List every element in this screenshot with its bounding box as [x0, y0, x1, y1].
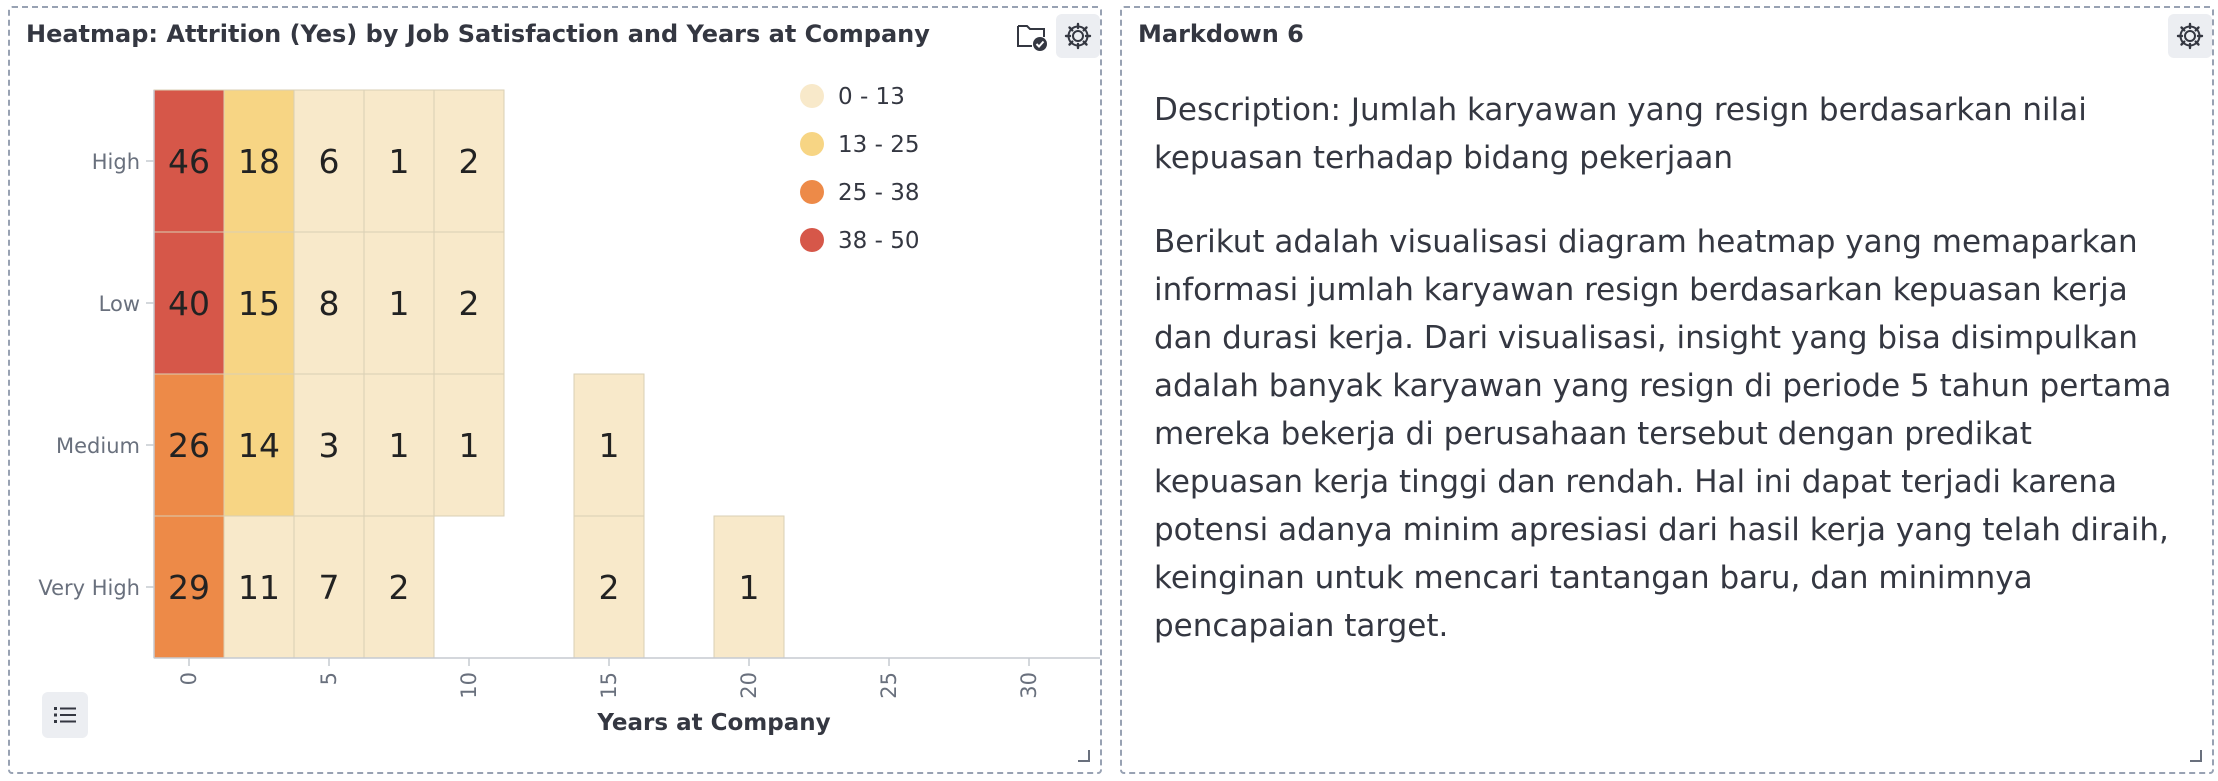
cell-value-label: 29 — [168, 568, 210, 607]
markdown-content: Description: Jumlah karyawan yang resign… — [1154, 86, 2184, 686]
cell-value-label: 26 — [168, 426, 210, 465]
x-tick-label: 15 — [597, 672, 621, 699]
cell-value-label: 15 — [238, 284, 280, 323]
legend-label: 0 - 13 — [838, 84, 905, 110]
legend-label: 25 - 38 — [838, 180, 919, 206]
cell-value-label: 1 — [739, 568, 760, 607]
list-icon[interactable] — [42, 692, 88, 738]
x-tick-label: 0 — [177, 672, 201, 685]
x-tick-label: 20 — [737, 672, 761, 699]
resize-handle[interactable] — [1078, 750, 1090, 762]
y-tick-label: Medium — [56, 434, 140, 458]
heatmap-chart: 46 18 6 1 240 15 8 1 226 14 3 1 1 129 11 7 2 2 1HighLowMed… — [38, 84, 1100, 736]
y-tick-label: Very High — [38, 576, 140, 600]
cell-value-label: 1 — [389, 284, 410, 323]
cell-value-label: 18 — [238, 142, 280, 181]
x-tick-label: 10 — [457, 672, 481, 699]
legend-label: 13 - 25 — [838, 132, 919, 158]
gear-icon[interactable] — [2168, 14, 2212, 58]
legend-label: 38 - 50 — [838, 228, 919, 254]
cell-value-label: 46 — [168, 142, 210, 181]
legend-swatch — [800, 132, 824, 156]
cell-value-label: 2 — [599, 568, 620, 607]
heatmap-panel: Heatmap: Attrition (Yes) by Job Satisfac… — [8, 6, 1102, 774]
panel-title: Markdown 6 — [1138, 20, 1304, 48]
x-tick-label: 30 — [1017, 672, 1041, 699]
legend-swatch — [800, 228, 824, 252]
cell-value-label: 2 — [459, 142, 480, 181]
cell-value-label: 1 — [459, 426, 480, 465]
cell-value-label: 6 — [319, 142, 340, 181]
x-tick-label: 25 — [877, 672, 901, 699]
resize-handle[interactable] — [2190, 750, 2202, 762]
cell-value-label: 2 — [459, 284, 480, 323]
legend-swatch — [800, 84, 824, 108]
cell-value-label: 40 — [168, 284, 210, 323]
cell-value-label: 11 — [238, 568, 280, 607]
cell-value-label: 1 — [599, 426, 620, 465]
cell-value-label: 1 — [389, 426, 410, 465]
cell-value-label: 2 — [389, 568, 410, 607]
cell-value-label: 1 — [389, 142, 410, 181]
cell-value-label: 3 — [319, 426, 340, 465]
x-tick-label: 5 — [317, 672, 341, 685]
markdown-description: Description: Jumlah karyawan yang resign… — [1154, 92, 2087, 176]
markdown-paragraph: Berikut adalah visualisasi diagram heatm… — [1154, 224, 2172, 644]
legend-swatch — [800, 180, 824, 204]
markdown-panel: Markdown 6 Description: Jumlah karyawan … — [1120, 6, 2214, 774]
y-tick-label: Low — [99, 292, 140, 316]
cell-value-label: 8 — [319, 284, 340, 323]
cell-value-label: 14 — [238, 426, 280, 465]
cell-value-label: 7 — [319, 568, 340, 607]
y-tick-label: High — [92, 150, 140, 174]
x-axis-title: Years at Company — [596, 710, 830, 736]
